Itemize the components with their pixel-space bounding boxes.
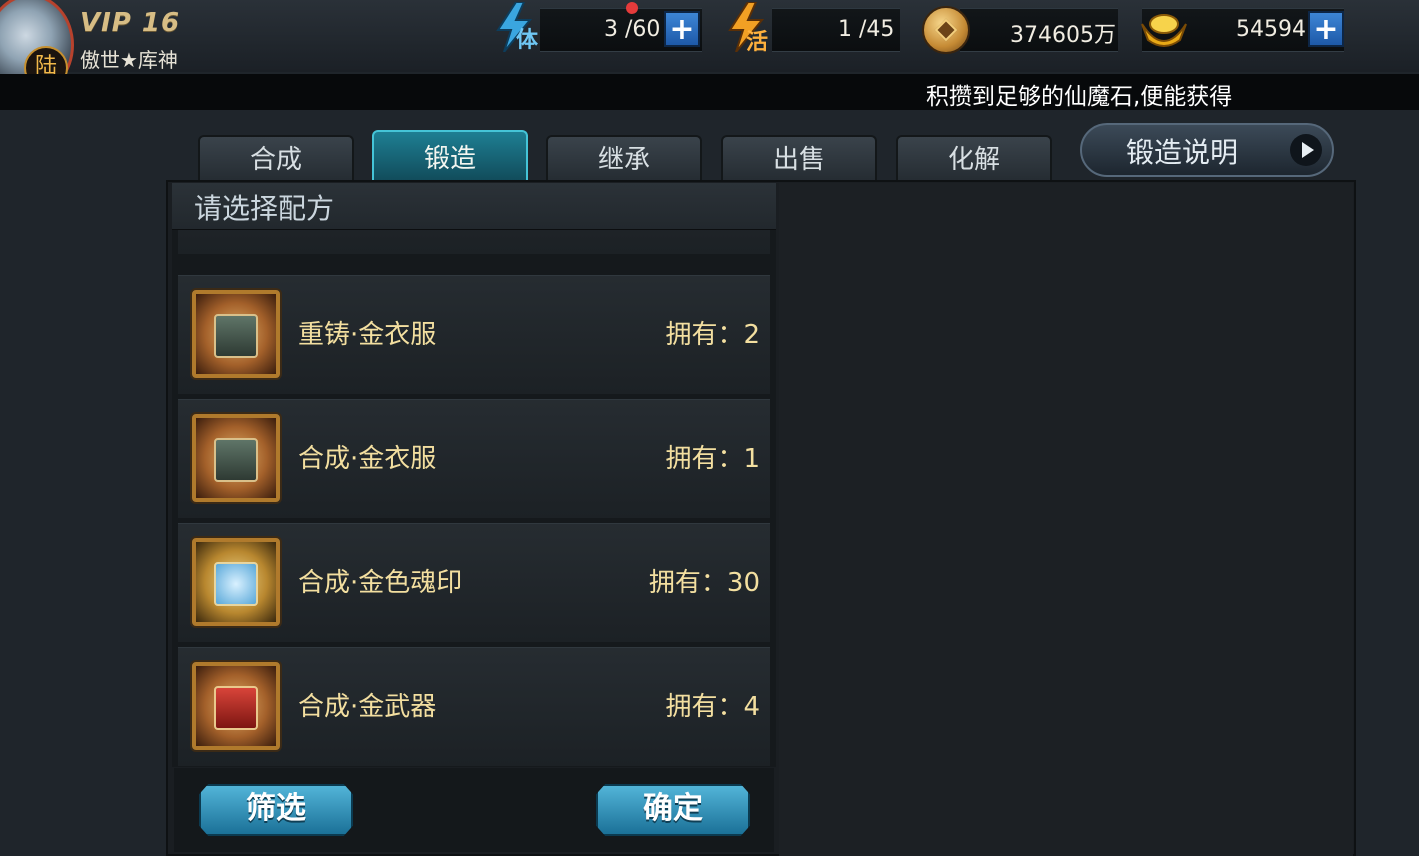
tab-sell[interactable]: 出售 [721, 135, 877, 181]
vip-level: VIP 16 [80, 8, 181, 38]
top-bar: 陆 VIP 16 傲世★库神 体 3 /60 + 活 1 /45 374605万… [0, 0, 1419, 96]
forge-help-label: 锻造说明 [1126, 136, 1239, 169]
recipe-name: 合成·金武器 [298, 692, 437, 722]
recipe-name: 重铸·金衣服 [298, 320, 437, 350]
list-item[interactable]: 重铸·金衣服 拥有：2 [178, 275, 770, 394]
list-item[interactable]: 合成·金武器 拥有：4 [178, 647, 770, 766]
confirm-button[interactable]: 确定 [596, 784, 750, 836]
stamina-label: 体 [516, 28, 539, 53]
stamina-bar: 3 /60 + [540, 8, 702, 52]
scroll-body-icon [214, 438, 258, 482]
scroll-body-icon [214, 314, 258, 358]
recipe-owned-count: 拥有：1 [665, 444, 760, 474]
notification-dot [626, 2, 638, 14]
arrow-right-icon [1290, 134, 1322, 166]
stamina-value: 3 /60 [604, 17, 661, 42]
soul-seal-scroll-icon [192, 538, 280, 626]
scroll-body-icon [214, 686, 258, 730]
announcement-text: 积攒到足够的仙魔石,便能获得 [926, 84, 1233, 110]
tab-forge[interactable]: 锻造 [372, 130, 528, 181]
clothing-scroll-icon [192, 290, 280, 378]
recipe-owned-count: 拥有：4 [665, 692, 760, 722]
recipe-name: 合成·金衣服 [298, 444, 437, 474]
announcement-marquee: 积攒到足够的仙魔石,便能获得 [0, 74, 1419, 110]
tab-dismantle[interactable]: 化解 [896, 135, 1052, 181]
weapon-scroll-icon [192, 662, 280, 750]
recipe-owned-count: 拥有：30 [648, 568, 760, 598]
list-item[interactable]: 合成·金色魂印 拥有：30 [178, 523, 770, 642]
clothing-scroll-icon [192, 414, 280, 502]
tab-synthesis[interactable]: 合成 [198, 135, 354, 181]
activity-bar: 1 /45 [772, 8, 900, 52]
recipe-detail-panel [779, 183, 1353, 856]
copper-coin-icon [922, 6, 970, 54]
recipe-list-title: 请选择配方 [194, 192, 335, 225]
recipe-list[interactable]: 请选择配方 重铸·金衣服 拥有：2 合成·金衣服 拥有：1 合成·金色魂印 拥有… [172, 183, 776, 767]
tab-inherit[interactable]: 继承 [546, 135, 702, 181]
gold-ingot-icon [1141, 14, 1187, 47]
activity-label: 活 [746, 30, 769, 55]
forge-help-button[interactable]: 锻造说明 [1080, 123, 1334, 177]
player-name: 傲世★库神 [80, 48, 178, 72]
coin-value: 374605万 [1010, 23, 1116, 48]
activity-value: 1 /45 [838, 17, 895, 42]
add-stamina-button[interactable]: + [664, 11, 700, 47]
recipe-name: 合成·金色魂印 [298, 568, 463, 598]
add-gold-button[interactable]: + [1308, 11, 1344, 47]
recipe-list-header: 请选择配方 [172, 183, 776, 230]
coin-bar: 374605万 [960, 8, 1118, 52]
scroll-body-icon [214, 562, 258, 606]
gold-value: 54594 [1236, 17, 1306, 42]
recipe-owned-count: 拥有：2 [665, 320, 760, 350]
list-item[interactable]: 合成·金衣服 拥有：1 [178, 399, 770, 518]
filter-button[interactable]: 筛选 [199, 784, 353, 836]
